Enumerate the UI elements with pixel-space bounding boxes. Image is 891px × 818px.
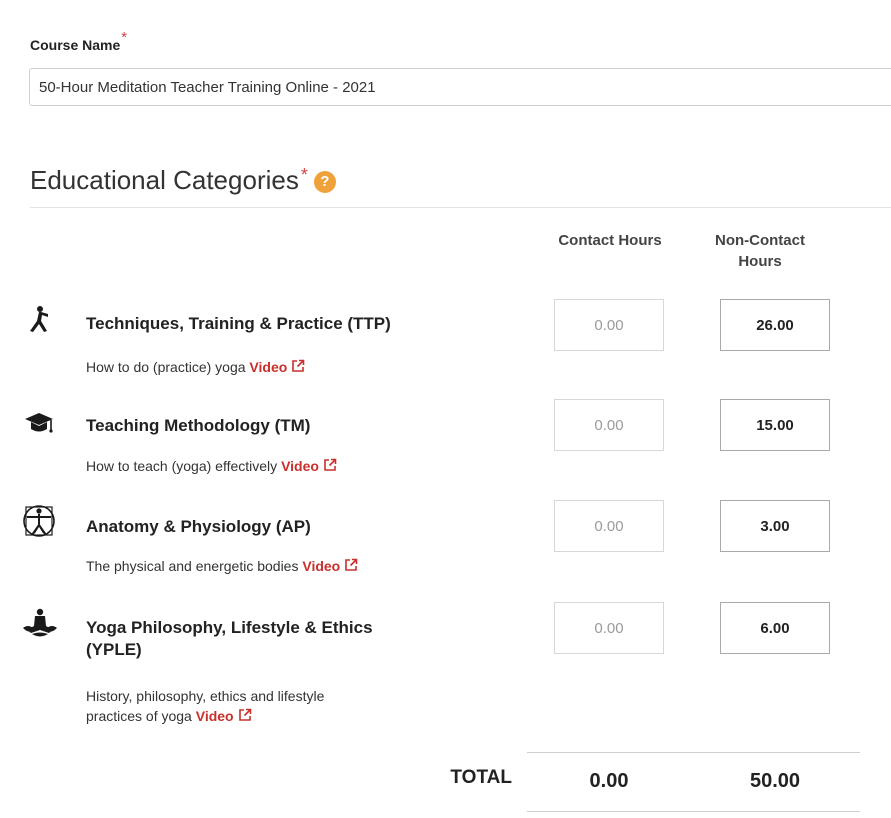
required-star: * <box>300 165 308 185</box>
category-description-text: How to teach (yoga) effectively <box>86 458 278 474</box>
noncontact-hours-input-ttp[interactable] <box>720 299 830 351</box>
video-link-label: Video <box>249 359 288 375</box>
total-noncontact-hours: 50.00 <box>749 770 801 792</box>
yoga-pose-icon <box>30 306 48 332</box>
noncontact-hours-input-tm[interactable] <box>720 399 830 451</box>
category-name-tm: Teaching Methodology (TM) <box>86 416 311 435</box>
contact-hours-input-tm[interactable] <box>554 399 664 451</box>
course-name-input[interactable] <box>29 68 891 106</box>
noncontact-header-line1: Non-Contact <box>715 232 805 249</box>
external-link-icon <box>324 458 337 471</box>
category-name-ap: Anatomy & Physiology (AP) <box>86 517 311 536</box>
category-name-yple: Yoga Philosophy, Lifestyle & Ethics (YPL… <box>86 617 466 661</box>
video-link-ap[interactable]: Video <box>302 558 358 574</box>
noncontact-hours-input-ap[interactable] <box>720 500 830 552</box>
section-title: Educational Categories <box>30 165 299 195</box>
category-name-line1: Yoga Philosophy, Lifestyle & Ethics <box>86 618 373 637</box>
category-description-text: The physical and energetic bodies <box>86 558 299 574</box>
video-link-ttp[interactable]: Video <box>249 359 305 375</box>
category-description-text: How to do (practice) yoga <box>86 359 246 375</box>
noncontact-hours-input-yple[interactable] <box>720 602 830 654</box>
external-link-icon <box>292 359 305 372</box>
lotus-meditation-icon <box>23 608 57 637</box>
video-link-label: Video <box>302 558 341 574</box>
help-icon[interactable]: ? <box>313 171 336 193</box>
category-description-line2: practices of yoga Video <box>86 706 466 726</box>
contact-hours-input-ap[interactable] <box>554 500 664 552</box>
noncontact-header-line2: Hours <box>738 253 782 270</box>
course-name-label-text: Course Name <box>30 37 121 53</box>
total-contact-hours: 0.00 <box>589 770 629 792</box>
contact-hours-input-yple[interactable] <box>554 602 664 654</box>
category-name-ttp: Techniques, Training & Practice (TTP) <box>86 314 391 333</box>
category-description-text: practices of yoga <box>86 708 192 724</box>
category-name-line2: (YPLE) <box>86 640 142 659</box>
section-divider <box>30 207 891 208</box>
course-name-label: Course Name* <box>30 29 127 54</box>
total-top-divider <box>527 752 860 753</box>
contact-hours-column-header: Contact Hours <box>558 232 662 249</box>
category-description-line1: History, philosophy, ethics and lifestyl… <box>86 688 325 704</box>
category-description-ap: The physical and energetic bodies Video <box>86 556 466 576</box>
category-description-ttp: How to do (practice) yoga Video <box>86 357 466 377</box>
video-link-yple[interactable]: Video <box>196 708 252 724</box>
category-description-yple: History, philosophy, ethics and lifestyl… <box>86 686 466 726</box>
external-link-icon <box>238 708 251 721</box>
graduation-cap-icon <box>25 413 53 433</box>
category-description-tm: How to teach (yoga) effectively Video <box>86 456 466 476</box>
total-bottom-divider <box>527 811 860 812</box>
video-link-label: Video <box>195 708 234 724</box>
video-link-label: Video <box>281 458 319 474</box>
contact-hours-input-ttp[interactable] <box>554 299 664 351</box>
video-link-tm[interactable]: Video <box>281 458 337 474</box>
external-link-icon <box>345 558 358 571</box>
section-header: Educational Categories *? <box>30 165 336 196</box>
required-star: * <box>121 29 128 46</box>
total-label: TOTAL <box>450 767 512 788</box>
noncontact-hours-column-header: Non-Contact Hours <box>710 230 810 272</box>
vitruvian-man-icon <box>23 505 55 537</box>
